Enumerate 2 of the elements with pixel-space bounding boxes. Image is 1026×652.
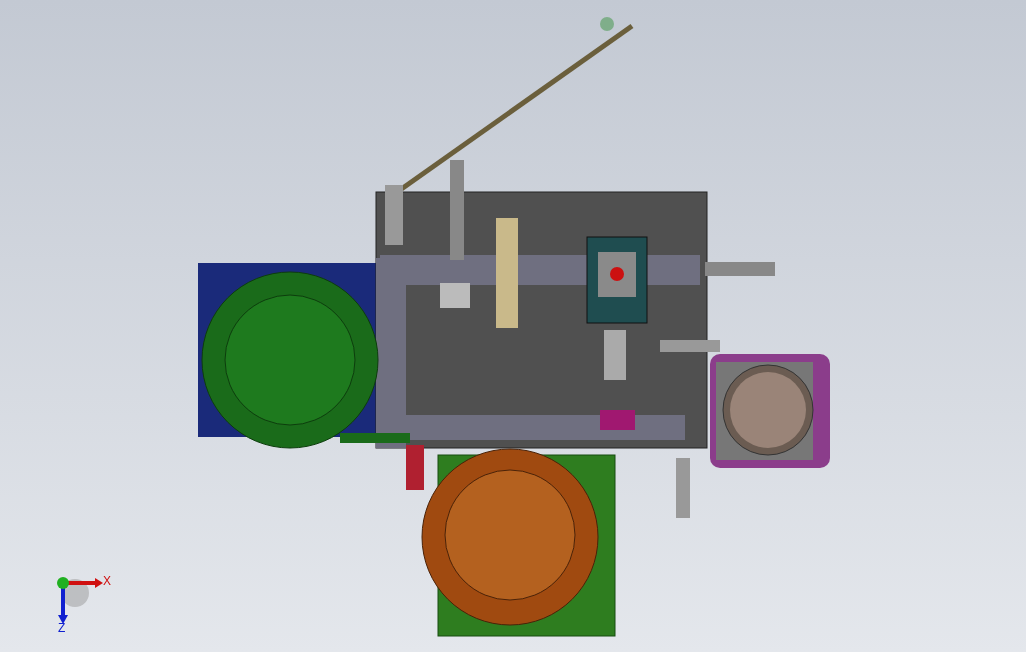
x-axis-label: X bbox=[103, 575, 111, 587]
z-axis-label: Z bbox=[58, 622, 66, 634]
